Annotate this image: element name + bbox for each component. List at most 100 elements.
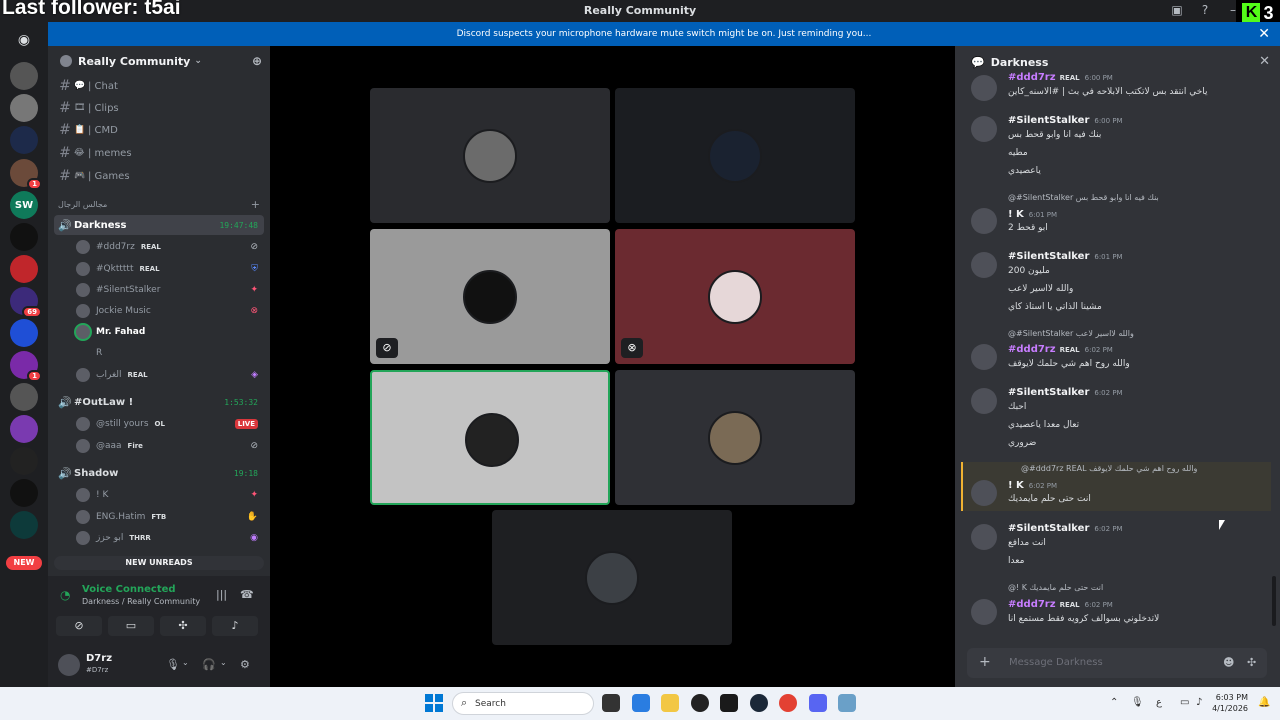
participant-tile[interactable] [615, 370, 855, 505]
server-icon[interactable] [10, 511, 38, 539]
message-author[interactable]: #SilentStalker 6:00 PM [1008, 115, 1123, 126]
plus-icon[interactable]: + [251, 198, 260, 211]
text-channel[interactable]: # 📋 | CMD [56, 120, 262, 140]
voice-user[interactable]: Mr. Fahad [76, 322, 264, 342]
language-indicator[interactable]: ع [1156, 697, 1162, 708]
server-header[interactable]: Really Community ⌄ ⊕ [48, 46, 270, 76]
avatar[interactable] [971, 252, 997, 278]
server-icon[interactable] [10, 447, 38, 475]
gear-icon[interactable]: ⚙ [240, 658, 250, 671]
new-unreads-pill[interactable]: NEW [6, 556, 42, 570]
chevron-down-icon[interactable]: ⌄ [220, 658, 227, 667]
participant-tile[interactable] [492, 510, 732, 645]
reply-preview[interactable]: @#SilentStalker والله لااسير لاعب [1008, 329, 1134, 338]
windows-start-icon[interactable] [425, 694, 443, 712]
widgets-icon[interactable] [632, 694, 650, 712]
app-icon[interactable] [838, 694, 856, 712]
server-icon[interactable] [10, 223, 38, 251]
participant-tile[interactable]: ⊘ [370, 229, 610, 364]
voice-user[interactable]: الغراب REAL ◈ [76, 365, 264, 385]
voice-user[interactable]: ! K ✦ [76, 485, 264, 505]
message-author[interactable]: #SilentStalker 6:01 PM [1008, 251, 1123, 262]
avatar[interactable] [971, 344, 997, 370]
voice-user[interactable]: R [76, 343, 264, 363]
voice-user[interactable]: #ddd7rz REAL ⊘ [76, 237, 264, 257]
avatar[interactable] [971, 524, 997, 550]
voice-user[interactable]: ابو حزز THRR ◉ [76, 528, 264, 548]
user-name[interactable]: D7rz [86, 653, 112, 664]
voice-status[interactable]: Voice Connected [82, 584, 176, 595]
message-author[interactable]: #ddd7rz REAL 6:02 PM [1008, 599, 1113, 610]
voice-user[interactable]: @aaa Fire ⊘ [76, 436, 264, 456]
message-author[interactable]: #ddd7rz REAL 6:02 PM [1008, 344, 1113, 355]
app-icon[interactable] [720, 694, 738, 712]
voice-location[interactable]: Darkness / Really Community [82, 597, 200, 606]
noise-suppression-icon[interactable]: ||| [216, 588, 227, 601]
message-author[interactable]: #ddd7rz REAL 6:00 PM [1008, 72, 1113, 83]
text-channel[interactable]: # 🎮 | Games [56, 166, 262, 186]
voice-user[interactable]: #Qkttttt REAL ⛨ [76, 259, 264, 279]
chrome-icon[interactable] [779, 694, 797, 712]
voice-channel-outlaw[interactable]: 🔊 #OutLaw ! 1:53:32 [54, 392, 264, 412]
server-icon[interactable] [10, 479, 38, 507]
reply-preview[interactable]: @! K انت حتى حلم مايمديك [1008, 583, 1103, 592]
signal-icon[interactable]: ◔ [60, 588, 70, 602]
soundboard-button[interactable]: ♪ [212, 616, 258, 636]
steam-icon[interactable] [750, 694, 768, 712]
text-channel[interactable]: # 🎞 | Clips [56, 98, 262, 118]
chat-scrollbar[interactable] [1272, 576, 1276, 626]
task-view-icon[interactable] [602, 694, 620, 712]
close-icon[interactable]: ✕ [1259, 54, 1270, 69]
reply-preview[interactable]: @#SilentStalker بنك فيه انا وابو قحط بس [1008, 193, 1159, 202]
headphones-icon[interactable]: 🎧 [202, 658, 216, 671]
message-author[interactable]: ! K 6:01 PM [1008, 209, 1057, 220]
avatar[interactable] [971, 480, 997, 506]
add-user-icon[interactable]: ⊕ [252, 54, 262, 68]
microphone-icon[interactable]: 🎙 [1131, 697, 1144, 708]
participant-tile-speaking[interactable] [370, 370, 610, 505]
disconnect-icon[interactable]: ☎ [240, 588, 254, 601]
reply-preview[interactable]: @#ddd7rz REAL والله روح اهم شي حلمك لايو… [1021, 464, 1197, 473]
voice-user[interactable]: @still yours OL LIVE [76, 414, 264, 434]
text-channel[interactable]: # 💬 | Chat [56, 76, 262, 96]
category-label[interactable]: مجالس الرجال [58, 200, 107, 209]
obs-icon[interactable] [691, 694, 709, 712]
voice-user[interactable]: Jockie Music ⊗ [76, 301, 264, 321]
avatar[interactable] [971, 599, 997, 625]
new-unreads-button[interactable]: NEW UNREADS [54, 556, 264, 570]
message-author[interactable]: #SilentStalker 6:02 PM [1008, 523, 1123, 534]
voice-user[interactable]: ENG.Hatim FTB ✋ [76, 507, 264, 527]
apps-icon[interactable]: ✣ [1247, 656, 1256, 669]
camera-off-button[interactable]: ⊘ [56, 616, 102, 636]
message-input[interactable]: + Message Darkness ☻ ✣ [967, 648, 1267, 678]
screen-share-button[interactable]: ▭ [108, 616, 154, 636]
participant-tile[interactable] [615, 88, 855, 223]
participant-tile[interactable] [370, 88, 610, 223]
message-author[interactable]: #SilentStalker 6:02 PM [1008, 387, 1123, 398]
server-icon[interactable]: 1 [10, 159, 42, 190]
notification-icon[interactable]: 🔔 [1258, 697, 1270, 708]
server-icon[interactable]: SW [10, 191, 38, 219]
activities-button[interactable]: ✣ [160, 616, 206, 636]
avatar[interactable] [58, 654, 80, 676]
avatar[interactable] [971, 208, 997, 234]
server-icon[interactable]: 1 [10, 351, 42, 382]
network-icon[interactable]: ▭ [1180, 697, 1189, 708]
avatar[interactable] [971, 75, 997, 101]
server-icon[interactable] [10, 94, 38, 122]
taskbar-clock[interactable]: 6:03 PM 4/1/2026 [1208, 692, 1248, 714]
chevron-up-icon[interactable]: ⌃ [1110, 697, 1118, 708]
message-author[interactable]: ! K 6:02 PM [1008, 480, 1057, 491]
voice-user[interactable]: #SilentStalker ✦ [76, 280, 264, 300]
voice-channel-shadow[interactable]: 🔊 Shadow 19:18 [54, 463, 264, 483]
voice-channel-darkness[interactable]: 🔊 Darkness 19:47:48 [54, 215, 264, 235]
server-icon[interactable] [10, 319, 38, 347]
taskbar-search[interactable]: ⌕ Search [452, 692, 594, 715]
server-icon[interactable] [10, 62, 38, 90]
server-icon[interactable] [10, 383, 38, 411]
avatar[interactable] [971, 116, 997, 142]
server-icon[interactable]: 69 [10, 287, 42, 318]
close-icon[interactable]: ✕ [1258, 22, 1270, 46]
emoji-icon[interactable]: ☻ [1223, 656, 1234, 669]
microphone-icon[interactable]: 🎙 [166, 658, 180, 671]
